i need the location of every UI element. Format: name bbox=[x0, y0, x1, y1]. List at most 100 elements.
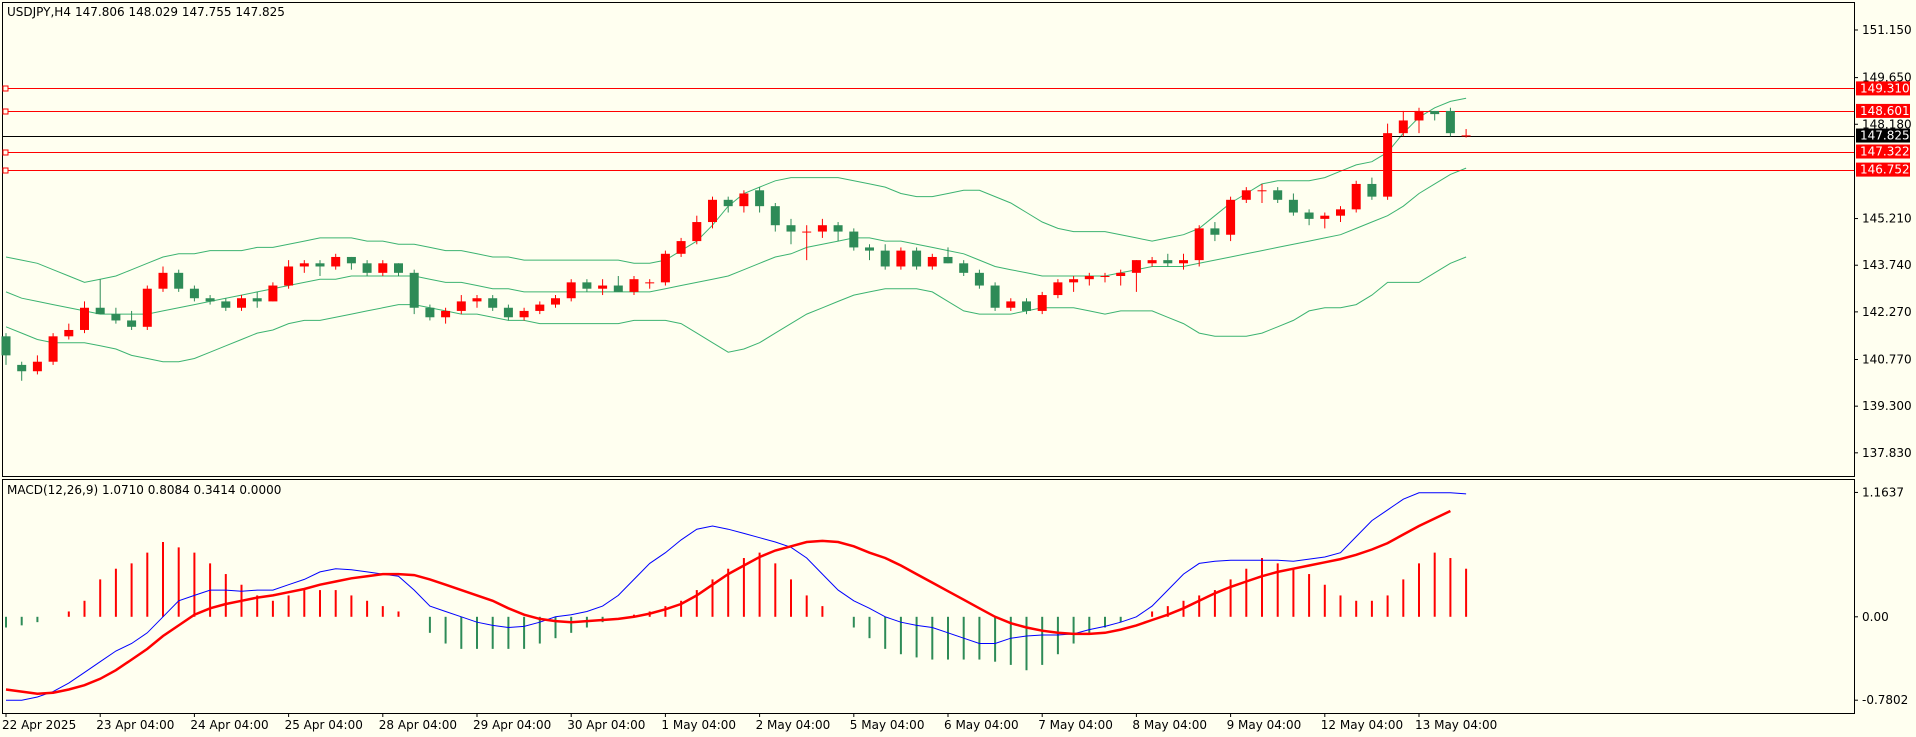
candle-body bbox=[519, 310, 529, 318]
candle bbox=[174, 269, 184, 292]
line-handle-149.310 bbox=[2, 85, 9, 92]
candle bbox=[912, 247, 922, 270]
candle-body bbox=[32, 361, 42, 372]
price-tags: 149.310 148.601 147.825 147.322 146.752 bbox=[1856, 81, 1910, 177]
candle-body bbox=[1398, 120, 1408, 134]
candle-body bbox=[299, 263, 309, 267]
candle-body bbox=[833, 225, 843, 232]
line-handle-147.322 bbox=[2, 149, 9, 156]
candle-body bbox=[660, 253, 670, 283]
macd-tick-label: 1.1637 bbox=[1862, 485, 1904, 499]
price-tick-label: 151.150 bbox=[1862, 23, 1912, 37]
candle-body bbox=[1367, 183, 1377, 197]
macd-tick-label: -0.7802 bbox=[1862, 693, 1908, 707]
price-tag-label: 147.825 bbox=[1860, 129, 1910, 143]
time-tick-label: 12 May 04:00 bbox=[1321, 718, 1403, 732]
time-tick-label: 6 May 04:00 bbox=[944, 718, 1019, 732]
price-tag-label: 149.310 bbox=[1860, 81, 1910, 95]
price-tick-label: 137.830 bbox=[1862, 446, 1912, 460]
candle-body bbox=[1084, 276, 1094, 280]
candle-body bbox=[409, 272, 419, 308]
candle-body bbox=[95, 307, 105, 315]
candle-body bbox=[865, 247, 874, 251]
candle-body bbox=[535, 304, 545, 311]
macd-axis: 1.1637 0.00 -0.7802 bbox=[1854, 485, 1908, 707]
candle-body bbox=[551, 298, 560, 305]
candle bbox=[1351, 180, 1361, 213]
time-tick-label: 2 May 04:00 bbox=[756, 718, 831, 732]
candle bbox=[849, 228, 859, 251]
candle-body bbox=[974, 272, 984, 286]
candle-body bbox=[1257, 190, 1267, 192]
candle-body bbox=[80, 307, 89, 330]
candle-body bbox=[1022, 301, 1031, 311]
time-tick-label: 13 May 04:00 bbox=[1415, 718, 1497, 732]
price-tag-label: 148.601 bbox=[1860, 104, 1910, 118]
candle-body bbox=[1241, 190, 1251, 200]
time-tick-label: 23 Apr 04:00 bbox=[96, 718, 174, 732]
candle-body bbox=[739, 193, 749, 207]
candle-body bbox=[1179, 260, 1188, 264]
candle-body bbox=[394, 263, 403, 273]
candle-body bbox=[613, 285, 623, 292]
candle-body bbox=[158, 272, 168, 289]
candle bbox=[660, 250, 670, 286]
candle-body bbox=[943, 256, 953, 264]
candle-body bbox=[1006, 301, 1016, 308]
candle-body bbox=[189, 288, 199, 299]
trading-chart[interactable]: 151.150149.650148.180145.210143.740142.2… bbox=[0, 0, 1916, 737]
candle-body bbox=[1336, 209, 1345, 216]
time-axis: 22 Apr 2025 23 Apr 04:00 24 Apr 04:00 25 Ap… bbox=[2, 713, 1497, 732]
candle-body bbox=[755, 190, 765, 207]
candle-body bbox=[896, 250, 906, 267]
candle-body bbox=[174, 272, 184, 289]
candle bbox=[142, 285, 152, 330]
candle-body bbox=[17, 364, 27, 372]
candle-body bbox=[1163, 260, 1173, 264]
candle-body bbox=[786, 225, 796, 232]
candle bbox=[409, 269, 419, 315]
price-tag-label: 147.322 bbox=[1860, 145, 1910, 159]
candle-body bbox=[1445, 110, 1455, 134]
candle-body bbox=[927, 256, 937, 267]
price-tick-label: 139.300 bbox=[1862, 399, 1912, 413]
candle bbox=[1037, 291, 1047, 315]
candle-body bbox=[503, 307, 513, 318]
time-tick-label: 9 May 04:00 bbox=[1227, 718, 1302, 732]
candle-body bbox=[1053, 282, 1063, 296]
candle bbox=[990, 282, 1000, 311]
candle-body bbox=[1414, 110, 1424, 121]
candle-body bbox=[268, 285, 278, 302]
candle-body bbox=[346, 256, 356, 264]
candle-body bbox=[362, 263, 372, 273]
main-chart-frame bbox=[2, 2, 1855, 477]
candle-body bbox=[127, 320, 137, 327]
candle-body bbox=[331, 256, 341, 267]
candle-body bbox=[802, 231, 812, 233]
candle bbox=[1445, 107, 1455, 137]
time-tick-label: 28 Apr 04:00 bbox=[379, 718, 457, 732]
candle-body bbox=[1069, 279, 1079, 283]
candle-body bbox=[378, 263, 388, 273]
candle-body bbox=[64, 329, 74, 337]
candle-body bbox=[1461, 135, 1471, 137]
candle-body bbox=[959, 263, 969, 273]
candle-body bbox=[1288, 199, 1298, 213]
time-tick-label: 25 Apr 04:00 bbox=[285, 718, 363, 732]
candle bbox=[1383, 123, 1393, 200]
candle-body bbox=[142, 288, 152, 327]
candle-body bbox=[1226, 199, 1236, 235]
candle-body bbox=[425, 307, 435, 318]
candle-body bbox=[221, 301, 231, 308]
price-tick-label: 140.770 bbox=[1862, 352, 1912, 366]
candle-body bbox=[237, 298, 246, 308]
candle-body bbox=[1304, 212, 1314, 219]
price-tick-label: 142.270 bbox=[1862, 305, 1912, 319]
price-tick-label: 145.210 bbox=[1862, 212, 1912, 226]
time-tick-label: 30 Apr 04:00 bbox=[567, 718, 645, 732]
candle-body bbox=[315, 263, 325, 267]
candle-body bbox=[252, 298, 262, 302]
candle-body bbox=[880, 250, 890, 267]
candle-body bbox=[1116, 272, 1126, 277]
candle-body bbox=[817, 225, 827, 232]
